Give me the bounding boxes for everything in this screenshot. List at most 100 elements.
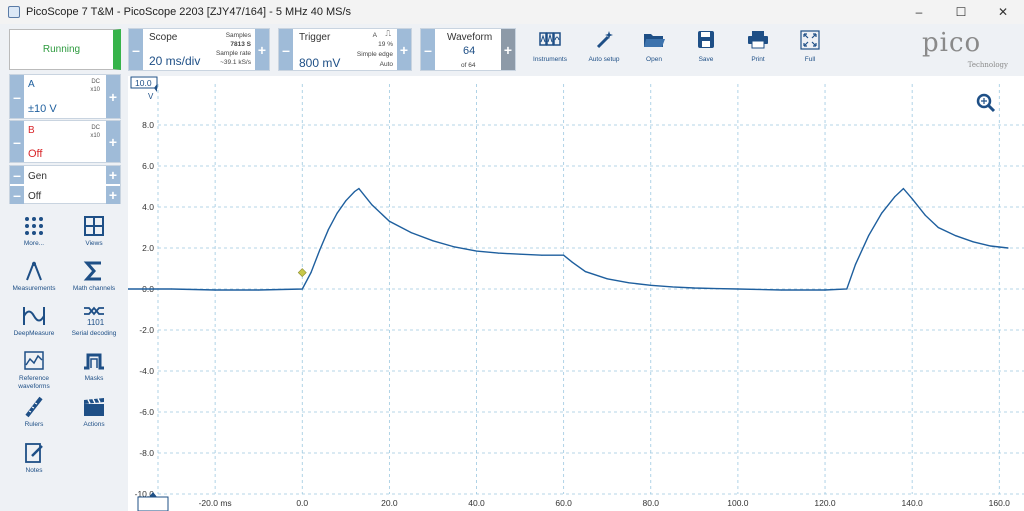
- waveform-control: – Waveform 64 of 64 +: [420, 28, 516, 71]
- data-point: [170, 288, 173, 290]
- waveform-series: [128, 187, 1009, 291]
- channel-b-coupling[interactable]: DC: [91, 124, 100, 132]
- notes-tool[interactable]: Notes: [6, 442, 62, 475]
- generator-control[interactable]: – – Gen Off + +: [9, 165, 121, 204]
- more-tool[interactable]: More...: [6, 215, 62, 248]
- maximize-button[interactable]: ☐: [940, 0, 982, 24]
- run-stop-button[interactable]: Running: [9, 29, 121, 70]
- instruments-icon: [539, 32, 561, 46]
- data-point: [902, 187, 905, 190]
- folder-icon: [644, 34, 665, 47]
- serial-decoding-tool[interactable]: 1101 Serial decoding: [66, 305, 122, 338]
- channel-b-control[interactable]: – B DC x10 Off +: [9, 120, 121, 163]
- channel-b-range[interactable]: Off: [28, 148, 42, 160]
- y-tick-label: -8.0: [139, 448, 154, 458]
- trigger-marker: [297, 268, 307, 278]
- channel-a-range[interactable]: ±10 V: [28, 103, 57, 115]
- data-point: [715, 287, 717, 290]
- trigger-control: – Trigger 800 mV A ⎍ 19 % Simple edge Au…: [278, 28, 412, 71]
- running-label: Running: [42, 44, 81, 55]
- gen-state[interactable]: Off: [28, 191, 41, 202]
- scope-plot-area[interactable]: 8.0 6.0 4.0 2.0 0.0 -2.0 -4.0 -6.0 -8.0 -10.0 -20…: [128, 76, 1024, 511]
- data-point: [388, 220, 390, 222]
- trigger-mode[interactable]: Auto: [380, 60, 393, 69]
- gen-increase-button[interactable]: +: [106, 166, 120, 184]
- channel-a-name: A: [28, 79, 35, 90]
- channel-b-probe[interactable]: x10: [90, 132, 100, 140]
- channel-a-decrease-button[interactable]: –: [10, 75, 24, 118]
- measurements-tool[interactable]: Measurements: [6, 260, 62, 293]
- channel-b-decrease-button[interactable]: –: [10, 121, 24, 162]
- close-button[interactable]: ✕: [982, 0, 1024, 24]
- data-point: [432, 240, 434, 242]
- waveform-chart[interactable]: 8.06.04.02.00.0-2.0-4.0-6.0-8.0-10.0 -20…: [128, 76, 1024, 511]
- scope-control: – Scope 20 ms/div Samples 7813 S Sample …: [128, 28, 270, 71]
- auto-setup-button[interactable]: Auto setup: [578, 30, 630, 70]
- mask-icon: [84, 353, 104, 370]
- data-point: [955, 235, 957, 237]
- data-point: [737, 288, 739, 290]
- y-tick-label: 4.0: [142, 202, 154, 212]
- waveform-next-button[interactable]: +: [501, 29, 515, 70]
- trigger-pre[interactable]: 19 %: [378, 40, 393, 49]
- zoom-icon[interactable]: [976, 93, 996, 113]
- save-button[interactable]: Save: [680, 30, 732, 70]
- data-point: [846, 288, 848, 290]
- channel-b-increase-button[interactable]: +: [106, 121, 120, 162]
- y-tick-label: -4.0: [139, 366, 154, 376]
- waveform-label: Waveform: [447, 32, 493, 43]
- views-tool[interactable]: Views: [66, 215, 122, 248]
- open-button[interactable]: Open: [628, 30, 680, 70]
- math-channels-tool[interactable]: Math channels: [66, 260, 122, 293]
- open-label: Open: [646, 56, 662, 63]
- trigger-decrease-button[interactable]: –: [279, 29, 293, 70]
- full-screen-button[interactable]: Full: [784, 30, 836, 70]
- channel-a-probe[interactable]: x10: [90, 86, 100, 94]
- instruments-button[interactable]: Instruments: [524, 30, 576, 70]
- reference-waveforms-label-1: Reference: [19, 375, 49, 382]
- trigger-type[interactable]: Simple edge: [357, 50, 393, 59]
- samples-value[interactable]: 7813 S: [230, 40, 251, 49]
- data-point: [541, 254, 543, 256]
- data-point: [1007, 247, 1009, 249]
- x-tick-label: 80.0: [642, 498, 659, 508]
- channel-a-increase-button[interactable]: +: [106, 75, 120, 118]
- channel-a-coupling[interactable]: DC: [91, 78, 100, 86]
- channel-a-control[interactable]: – A DC x10 ±10 V +: [9, 74, 121, 119]
- waveform-trace: [128, 187, 1009, 291]
- gen-decrease-button[interactable]: –: [10, 166, 24, 184]
- serial-decoding-icon: 1101: [84, 306, 105, 327]
- printer-icon: [748, 31, 768, 49]
- waveform-current[interactable]: 64: [463, 45, 475, 57]
- trigger-channel[interactable]: A: [373, 31, 377, 40]
- rulers-label: Rulers: [24, 421, 44, 428]
- data-point: [881, 212, 883, 214]
- masks-tool[interactable]: Masks: [66, 350, 122, 383]
- gen-off-increase-button[interactable]: +: [106, 186, 120, 204]
- trigger-level[interactable]: 800 mV: [299, 56, 340, 70]
- data-point: [937, 226, 939, 229]
- data-point: [410, 232, 412, 234]
- notes-icon: [25, 443, 43, 463]
- print-button[interactable]: Print: [732, 30, 784, 70]
- deep-measure-tool[interactable]: DeepMeasure: [6, 305, 62, 338]
- data-point: [371, 204, 373, 206]
- samples-label: Samples: [225, 32, 251, 39]
- timebase-increase-button[interactable]: +: [255, 29, 269, 70]
- data-point: [780, 289, 783, 291]
- trigger-increase-button[interactable]: +: [397, 29, 411, 70]
- data-point: [358, 187, 360, 190]
- gen-off-decrease-button[interactable]: –: [10, 186, 24, 204]
- timebase-decrease-button[interactable]: –: [129, 29, 143, 70]
- timebase-value[interactable]: 20 ms/div: [149, 54, 200, 68]
- rulers-tool[interactable]: Rulers: [6, 396, 62, 429]
- reference-waveforms-tool[interactable]: Reference waveforms: [6, 350, 62, 391]
- channel-b-name: B: [28, 125, 35, 136]
- data-point: [584, 270, 587, 273]
- y-axis-top-tag: 10.0: [135, 78, 152, 88]
- actions-tool[interactable]: Actions: [66, 396, 122, 429]
- minimize-button[interactable]: –: [898, 0, 940, 24]
- data-point: [310, 272, 312, 274]
- compass-icon: [26, 261, 42, 281]
- waveform-prev-button[interactable]: –: [421, 29, 435, 70]
